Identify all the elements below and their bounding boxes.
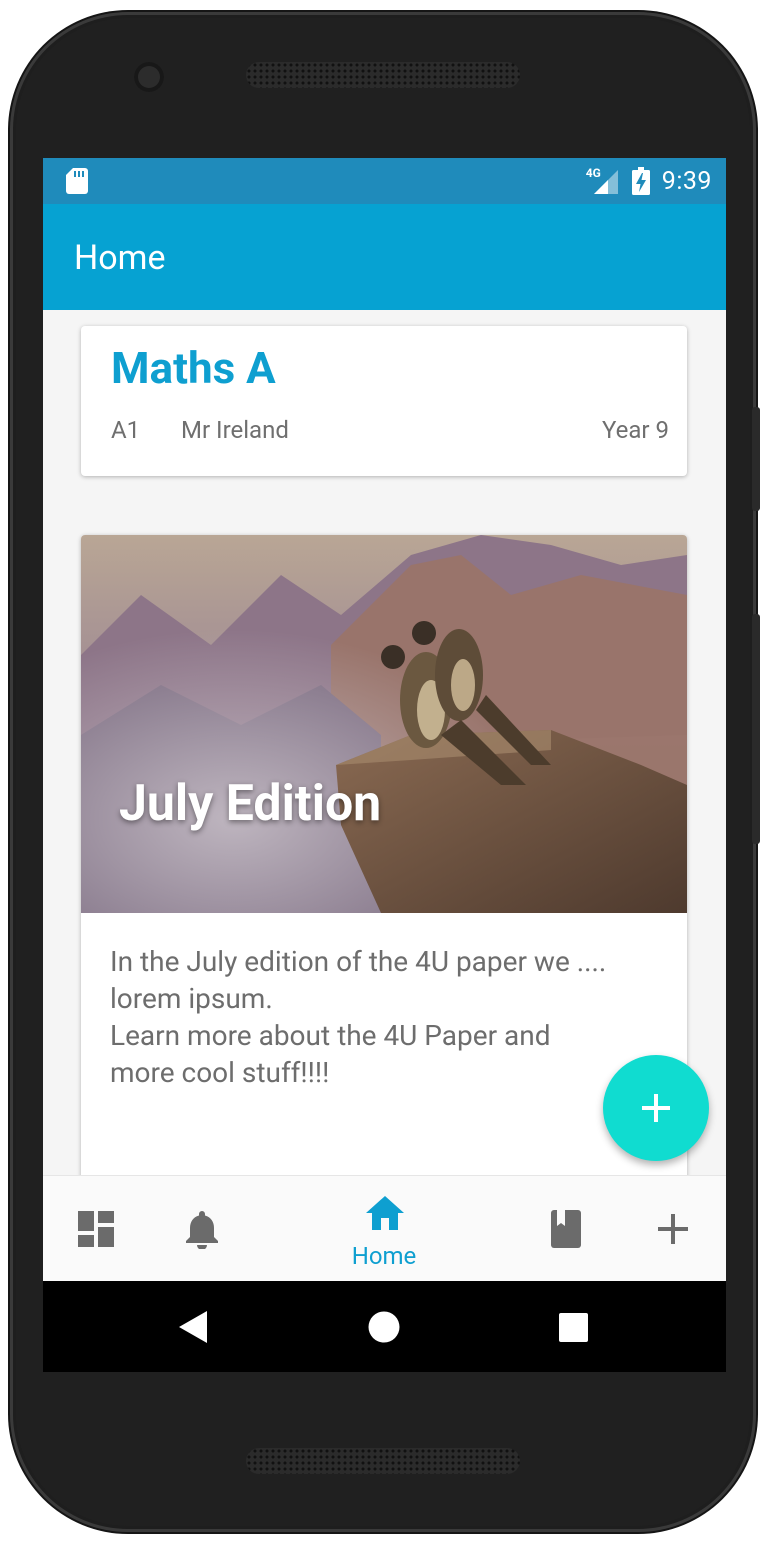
- news-body-line: In the July edition of the 4U paper we .…: [110, 945, 607, 978]
- back-icon[interactable]: [179, 1311, 209, 1343]
- nav-item-library[interactable]: [513, 1176, 619, 1282]
- plus-icon: [642, 1094, 670, 1122]
- system-navigation-bar: [43, 1281, 726, 1372]
- volume-button: [752, 407, 760, 511]
- add-fab-button[interactable]: [603, 1055, 709, 1161]
- class-code: A1: [111, 416, 141, 444]
- nav-label-home: Home: [351, 1242, 417, 1270]
- dashboard-icon: [78, 1211, 114, 1247]
- front-camera: [134, 62, 164, 92]
- falcon-painting-image: [81, 535, 687, 913]
- bell-icon: [186, 1211, 218, 1249]
- book-icon: [551, 1210, 581, 1248]
- bottom-navigation: Home: [43, 1175, 726, 1282]
- signal-icon: [593, 170, 618, 194]
- network-indicator: 4G: [584, 166, 620, 196]
- news-body: In the July edition of the 4U paper we .…: [110, 943, 685, 1091]
- news-body-line: more cool stuff!!!!: [110, 1056, 330, 1089]
- nav-item-add[interactable]: [620, 1176, 726, 1282]
- app-bar: Home: [43, 204, 726, 310]
- page-title: Home: [74, 238, 166, 278]
- nav-item-notifications[interactable]: [149, 1176, 255, 1282]
- bottom-speaker: [246, 1448, 520, 1474]
- class-name: Maths A: [111, 342, 276, 394]
- news-body-line: lorem ipsum.: [110, 982, 273, 1015]
- home-icon: [366, 1196, 404, 1230]
- plus-icon: [658, 1214, 688, 1244]
- clock: 9:39: [661, 166, 712, 196]
- nav-item-home[interactable]: Home: [326, 1176, 442, 1282]
- home-circle-icon[interactable]: [368, 1311, 400, 1343]
- class-card[interactable]: Maths A A1 Mr Ireland Year 9: [81, 326, 687, 476]
- class-teacher: Mr Ireland: [181, 416, 289, 444]
- status-bar: 4G 9:39: [43, 158, 726, 204]
- nav-item-dashboard[interactable]: [43, 1176, 149, 1282]
- class-year: Year 9: [601, 416, 669, 444]
- recents-icon[interactable]: [559, 1313, 588, 1342]
- battery-charging-icon: [631, 167, 650, 195]
- screen: 4G 9:39 Home Maths A A1 Mr Ireland Year …: [43, 158, 726, 1372]
- power-button: [752, 614, 760, 844]
- sd-card-icon: [66, 168, 88, 194]
- top-speaker: [246, 62, 520, 88]
- news-title: July Edition: [119, 775, 382, 833]
- news-body-line: Learn more about the 4U Paper and: [110, 1019, 551, 1052]
